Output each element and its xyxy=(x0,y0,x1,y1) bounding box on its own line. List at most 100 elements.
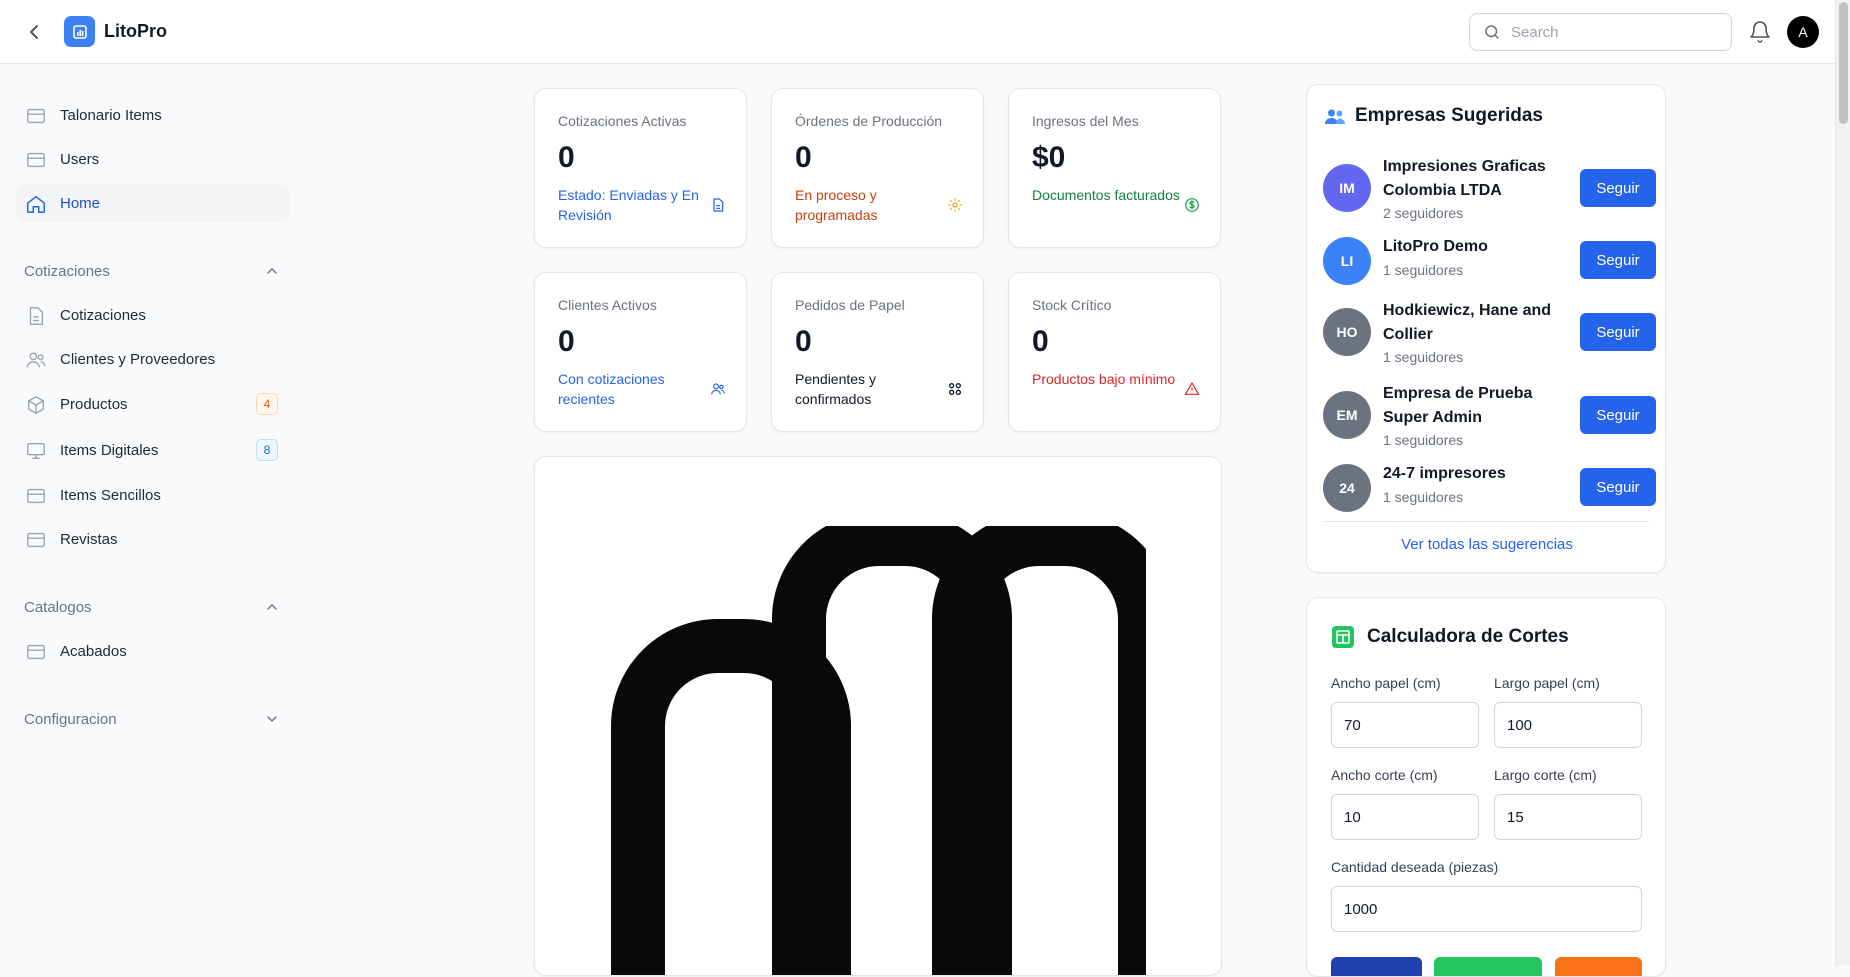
stat-value: 0 xyxy=(795,325,812,358)
sidebar-item-talonario-items[interactable]: Talonario Items xyxy=(16,96,289,134)
document-icon xyxy=(29,307,44,325)
users-icon xyxy=(711,383,725,395)
stat-description: Pendientes y confirmados xyxy=(795,371,876,407)
largo-corte-input[interactable] xyxy=(1494,794,1642,840)
company-followers: 1 seguidores xyxy=(1383,349,1464,365)
company-name[interactable]: 24-7 impresores xyxy=(1383,462,1563,486)
dollar-icon xyxy=(1185,198,1199,212)
stat-card-clientes-activos[interactable]: Clientes Activos 0 Con cotizaciones reci… xyxy=(534,272,747,432)
sidebar-item-label: Items Sencillos xyxy=(60,486,161,504)
search-icon xyxy=(1485,25,1499,39)
stat-label: Cotizaciones Activas xyxy=(558,113,687,129)
seguir-button[interactable]: Seguir xyxy=(1580,169,1656,207)
seguir-button[interactable]: Seguir xyxy=(1580,468,1656,506)
sidebar-item-label: Items Digitales xyxy=(60,441,159,459)
sidebar-item-label: Talonario Items xyxy=(60,106,162,124)
calculadora-cortes-panel: Calculadora de Cortes Ancho papel (cm) L… xyxy=(1306,597,1666,977)
company-avatar: LI xyxy=(1323,237,1371,285)
stat-card-ingresos-mes[interactable]: Ingresos del Mes $0 Documentos facturado… xyxy=(1008,88,1221,248)
warning-icon xyxy=(1184,382,1200,395)
sidebar-group-catalogos[interactable]: Catalogos xyxy=(24,595,280,619)
app-logo[interactable] xyxy=(64,16,95,47)
stat-card-pedidos-papel[interactable]: Pedidos de Papel 0 Pendientes y confirma… xyxy=(771,272,984,432)
chevron-up-icon[interactable] xyxy=(264,263,280,279)
stat-description: Documentos facturados xyxy=(1032,187,1180,203)
count-badge: 4 xyxy=(256,393,278,415)
stat-description: Con cotizaciones recientes xyxy=(558,371,665,407)
search-input[interactable] xyxy=(1511,23,1721,41)
see-all-link[interactable]: Ver todas las sugerencias xyxy=(1307,536,1667,553)
company-followers: 1 seguidores xyxy=(1383,432,1464,448)
seguir-button[interactable]: Seguir xyxy=(1580,241,1656,279)
seguir-button[interactable]: Seguir xyxy=(1580,396,1656,434)
back-arrow-icon[interactable] xyxy=(22,20,46,44)
company-name[interactable]: Hodkiewicz, Hane and Collier xyxy=(1383,299,1563,347)
calculate-button[interactable] xyxy=(1331,957,1422,976)
largo-papel-input[interactable] xyxy=(1494,702,1642,748)
divider xyxy=(1323,521,1649,522)
action-button[interactable] xyxy=(1434,957,1542,976)
company-avatar: IM xyxy=(1323,164,1371,212)
sidebar-item-label: Clientes y Proveedores xyxy=(60,350,216,368)
ancho-corte-input[interactable] xyxy=(1331,794,1479,840)
top-bar: LitoPro A xyxy=(0,0,1835,64)
page-scrollbar[interactable] xyxy=(1835,0,1850,966)
scrollbar-thumb[interactable] xyxy=(1839,2,1848,124)
seguir-button[interactable]: Seguir xyxy=(1580,313,1656,351)
stat-card-ordenes-produccion[interactable]: Órdenes de Producción 0 En proceso y pro… xyxy=(771,88,984,248)
inbox-icon xyxy=(27,488,45,504)
search-box[interactable] xyxy=(1469,13,1732,51)
sidebar-item-items-digitales[interactable]: Items Digitales 8 xyxy=(16,431,289,469)
inbox-icon xyxy=(27,152,45,168)
sidebar-item-label: Productos xyxy=(60,395,128,413)
reset-button[interactable] xyxy=(1555,957,1642,976)
sidebar-item-acabados[interactable]: Acabados xyxy=(16,632,289,670)
stat-value: 0 xyxy=(558,141,575,174)
sidebar-item-items-sencillos[interactable]: Items Sencillos xyxy=(16,476,289,514)
sidebar-item-home[interactable]: Home xyxy=(16,184,289,222)
stat-value: 0 xyxy=(795,141,812,174)
sidebar-group-configuracion[interactable]: Configuracion xyxy=(24,707,280,731)
empresa-row: LI LitoPro Demo 1 seguidores Seguir xyxy=(1323,229,1656,291)
chart-icon xyxy=(72,24,87,39)
company-name[interactable]: Empresa de Prueba Super Admin xyxy=(1383,382,1563,430)
sidebar-group-cotizaciones[interactable]: Cotizaciones xyxy=(24,259,280,283)
company-name[interactable]: LitoPro Demo xyxy=(1383,235,1563,259)
stat-label: Pedidos de Papel xyxy=(795,297,905,313)
company-followers: 2 seguidores xyxy=(1383,205,1464,221)
chevron-down-icon[interactable] xyxy=(264,711,280,727)
empresa-row: IM Impresiones Graficas Colombia LTDA 2 … xyxy=(1323,155,1656,221)
sidebar: Talonario Items Users Home Cotizaciones … xyxy=(0,65,300,966)
sidebar-item-label: Home xyxy=(60,194,101,212)
sidebar-item-productos[interactable]: Productos 4 xyxy=(16,385,289,423)
gear-icon xyxy=(948,198,962,212)
empresa-row: HO Hodkiewicz, Hane and Collier 1 seguid… xyxy=(1323,299,1656,365)
company-name[interactable]: Impresiones Graficas Colombia LTDA xyxy=(1383,155,1563,203)
sidebar-item-cotizaciones[interactable]: Cotizaciones xyxy=(16,296,289,334)
sidebar-item-label: Acabados xyxy=(60,642,127,660)
inbox-icon xyxy=(27,532,45,548)
user-avatar[interactable]: A xyxy=(1787,16,1819,48)
stat-card-cotizaciones-activas[interactable]: Cotizaciones Activas 0 Estado: Enviadas … xyxy=(534,88,747,248)
calculator-icon xyxy=(1332,626,1354,648)
stat-description: Estado: Enviadas y En Revisión xyxy=(558,187,699,223)
monitor-icon xyxy=(27,442,45,460)
stat-card-stock-critico[interactable]: Stock Crítico 0 Productos bajo mínimo xyxy=(1008,272,1221,432)
users-icon xyxy=(26,352,46,368)
home-icon xyxy=(27,195,45,213)
chevron-up-icon[interactable] xyxy=(264,599,280,615)
panel-title: Empresas Sugeridas xyxy=(1355,105,1543,126)
users-icon xyxy=(1325,109,1345,124)
app-title[interactable]: LitoPro xyxy=(104,21,167,42)
inbox-icon xyxy=(27,644,45,660)
sidebar-item-clientes-proveedores[interactable]: Clientes y Proveedores xyxy=(16,340,289,378)
sidebar-item-label: Revistas xyxy=(60,530,118,548)
count-badge: 8 xyxy=(256,439,278,461)
ancho-papel-input[interactable] xyxy=(1331,702,1479,748)
cantidad-input[interactable] xyxy=(1331,886,1642,932)
largo-papel-label: Largo papel (cm) xyxy=(1494,675,1600,691)
empresa-row: 24 24-7 impresores 1 seguidores Seguir xyxy=(1323,456,1656,518)
sidebar-item-users[interactable]: Users xyxy=(16,140,289,178)
bell-icon[interactable] xyxy=(1748,20,1772,44)
sidebar-item-revistas[interactable]: Revistas xyxy=(16,520,289,558)
